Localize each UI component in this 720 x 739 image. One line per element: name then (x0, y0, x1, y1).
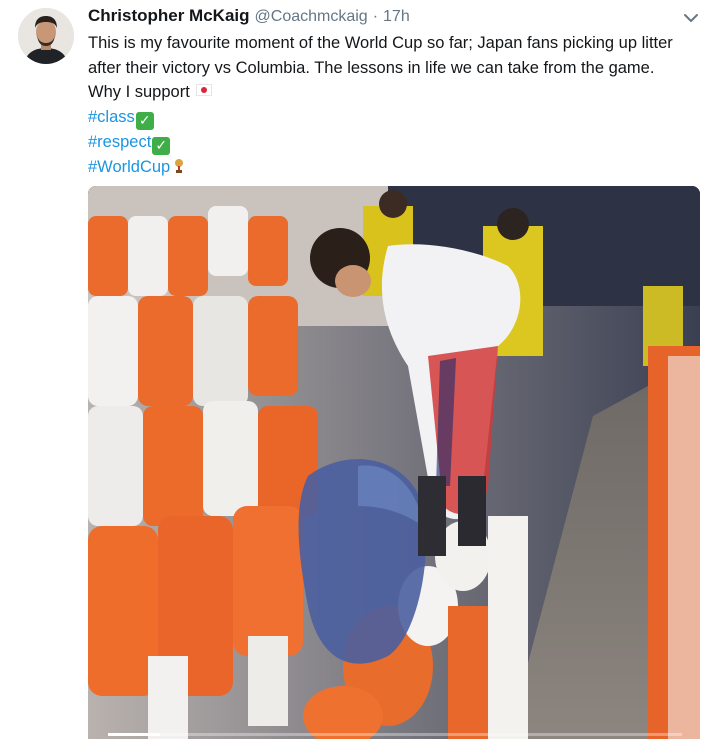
tweet-text-line: Why I support (88, 80, 688, 105)
avatar[interactable] (18, 8, 74, 64)
video-progress-bar[interactable] (108, 733, 682, 736)
video-player[interactable] (88, 186, 700, 739)
hashtag-line: #class ✓ (88, 105, 688, 130)
user-handle[interactable]: @Coachmckaig (255, 8, 368, 26)
tweet-header: Christopher McKaig @Coachmckaig · 17h (88, 6, 410, 30)
hashtag-line: #WorldCup (88, 155, 688, 180)
tweet-text-line: after their victory vs Columbia. The les… (88, 58, 655, 77)
check-mark-icon: ✓ (135, 111, 154, 130)
tweet-text-fragment: Why I support (88, 83, 190, 101)
hashtag-link-worldcup[interactable]: #WorldCup (88, 158, 170, 176)
timestamp[interactable]: 17h (383, 8, 410, 26)
check-mark-icon: ✓ (152, 136, 171, 155)
hashtag-line: #respect ✓ (88, 130, 688, 155)
chevron-down-icon[interactable] (680, 10, 702, 26)
hashtag-link-class[interactable]: #class (88, 108, 135, 126)
tweet-text-line: This is my favourite moment of the World… (88, 34, 673, 52)
japan-flag-icon (195, 84, 212, 96)
tweet-text: This is my favourite moment of the World… (88, 31, 688, 179)
video-progress-fill (108, 733, 160, 736)
hashtag-link-respect[interactable]: #respect (88, 133, 151, 151)
avatar-image (18, 8, 74, 64)
display-name[interactable]: Christopher McKaig (88, 6, 250, 26)
video-thumbnail (88, 186, 700, 739)
separator-dot: · (372, 8, 379, 25)
tweet-card: Christopher McKaig @Coachmckaig · 17h Th… (0, 0, 720, 739)
trophy-icon (175, 158, 184, 173)
